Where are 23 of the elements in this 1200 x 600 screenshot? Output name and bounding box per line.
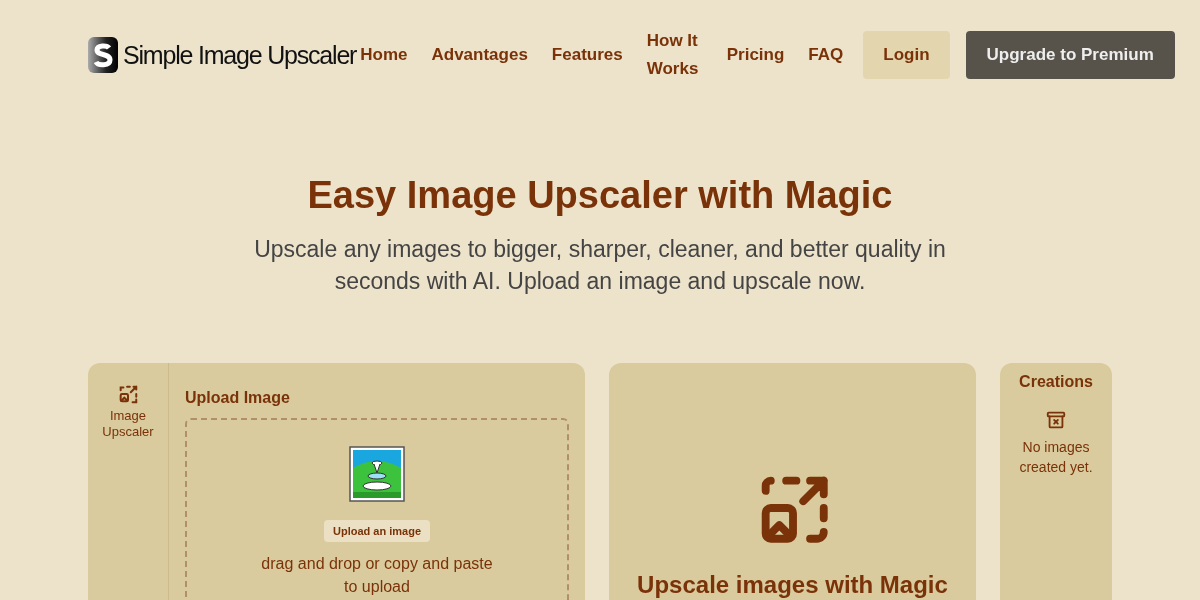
upload-button[interactable]: Upload an image [324,520,430,542]
upgrade-button[interactable]: Upgrade to Premium [965,31,1175,79]
nav-link[interactable]: Advantages [431,45,528,65]
logo-text: Simple Image Upscaler [123,40,357,70]
hero-title: Easy Image Upscaler with Magic [306,174,894,217]
nav-link[interactable]: Home [360,45,408,65]
nav-link[interactable]: How It Works [646,27,703,83]
upload-heading: Upload Image [185,389,291,407]
tool-nav-item[interactable]: Image Upscaler [88,383,168,440]
login-button[interactable]: Login [863,31,950,79]
logo-icon [88,37,118,73]
nav-link[interactable]: Pricing [726,45,785,65]
nav-link[interactable]: FAQ [808,45,844,65]
empty-message: No images created yet. [1018,438,1094,477]
resize-image-icon [117,383,139,405]
creations-heading: Creations [1019,373,1093,391]
archive-icon [1045,409,1067,431]
drop-zone[interactable]: Upload an image drag and drop or copy and paste to upload [185,418,569,600]
hero-subtitle: Upscale any images to bigger, sharper, cleaner, and better quality in seconds with AI. Upload an image and upscale now. [253,235,947,296]
result-heading: Upscale images with Magic [637,571,948,599]
upload-hint: drag and drop or copy and paste to upload [260,554,494,597]
nav-link[interactable]: Features [551,45,623,65]
fountain-picture-icon [349,446,405,502]
